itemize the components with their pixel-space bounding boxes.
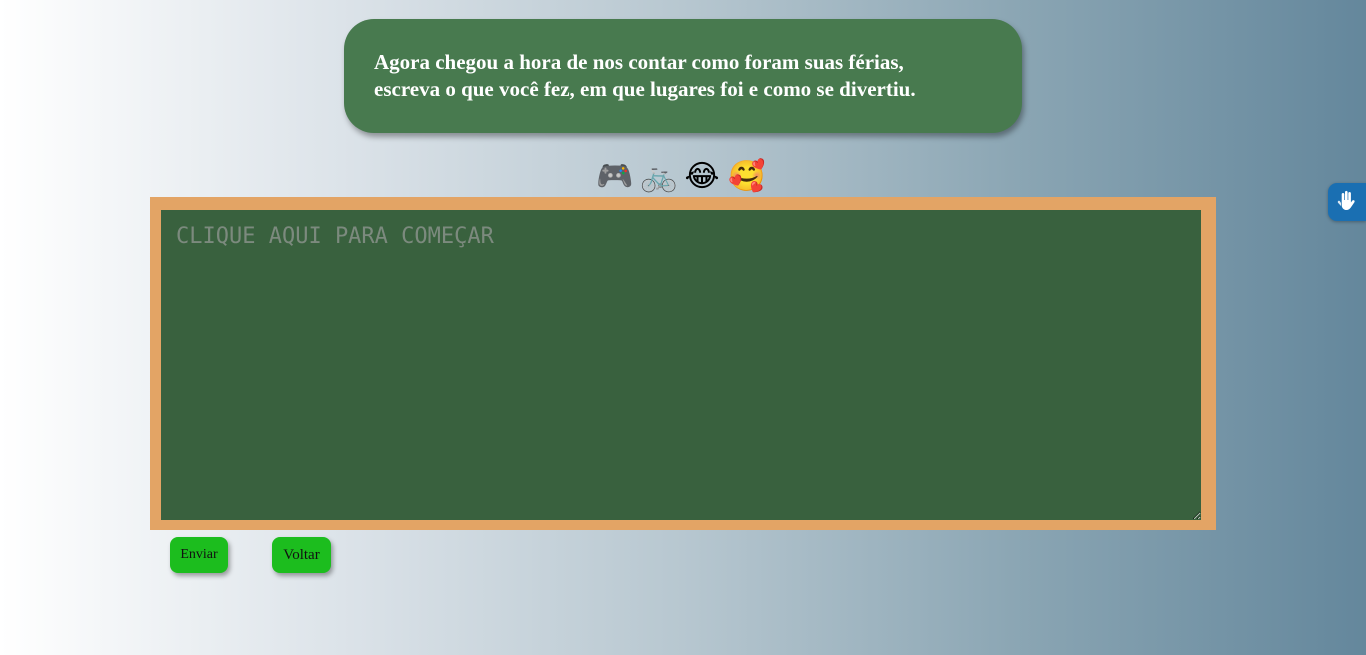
chalkboard-frame [150, 197, 1216, 530]
instruction-line-1: Agora chegou a hora de nos contar como f… [374, 50, 904, 74]
game-controller-icon: 🎮 [596, 159, 634, 194]
emoji-row: 🎮 🚲 😂 🥰 [596, 157, 766, 197]
instruction-line-2: escreva o que você fez, em que lugares f… [374, 77, 916, 101]
accessibility-button[interactable] [1328, 183, 1366, 221]
story-textarea[interactable] [161, 210, 1201, 520]
instruction-bubble: Agora chegou a hora de nos contar como f… [344, 19, 1022, 133]
laughing-face-icon: 😂 [684, 159, 720, 194]
sign-language-hands-icon [1337, 190, 1355, 210]
bicycle-icon: 🚲 [640, 159, 678, 194]
enviar-button[interactable]: Enviar [170, 537, 228, 573]
voltar-button[interactable]: Voltar [272, 537, 331, 573]
smiling-face-with-hearts-icon: 🥰 [728, 159, 766, 194]
